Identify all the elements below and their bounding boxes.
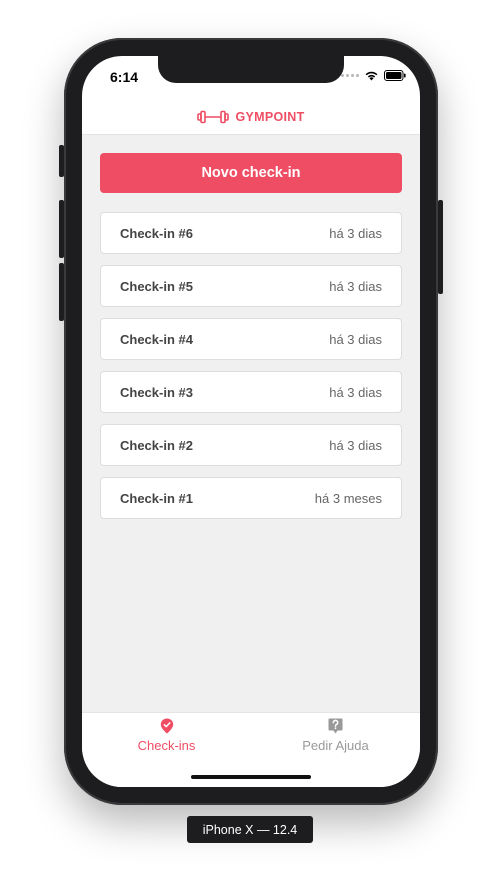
checkins-screen: Novo check-in Check-in #6 há 3 dias Chec… — [82, 135, 420, 712]
checkin-item[interactable]: Check-in #2 há 3 dias — [100, 424, 402, 466]
checkin-item[interactable]: Check-in #4 há 3 dias — [100, 318, 402, 360]
signal-icon — [341, 74, 359, 77]
phone-screen: 6:14 GYMPOINT Novo check-in Check-in #6 … — [82, 56, 420, 787]
checkin-item[interactable]: Check-in #3 há 3 dias — [100, 371, 402, 413]
tab-help-label: Pedir Ajuda — [302, 738, 369, 753]
map-pin-check-icon — [160, 718, 173, 734]
checkin-item[interactable]: Check-in #6 há 3 dias — [100, 212, 402, 254]
status-time: 6:14 — [110, 69, 139, 85]
checkin-title: Check-in #2 — [120, 437, 193, 453]
tab-bar: Check-ins Pedir Ajuda — [82, 712, 420, 787]
tab-checkins-label: Check-ins — [137, 738, 196, 753]
wifi-icon — [365, 71, 378, 81]
dumbbell-icon — [197, 110, 230, 124]
checkin-title: Check-in #4 — [120, 331, 193, 347]
power-button — [438, 200, 443, 294]
home-indicator[interactable] — [191, 775, 311, 779]
checkin-time: há 3 meses — [314, 490, 382, 506]
checkin-time: há 3 dias — [329, 437, 382, 453]
checkin-time: há 3 dias — [329, 225, 382, 241]
notch — [158, 56, 344, 83]
checkin-time: há 3 dias — [329, 384, 382, 400]
brand-name: GYMPOINT — [235, 110, 305, 124]
status-icons — [341, 70, 406, 81]
battery-icon — [384, 70, 406, 81]
volume-up-button — [59, 200, 64, 258]
checkin-title: Check-in #6 — [120, 225, 193, 241]
checkin-list: Check-in #6 há 3 dias Check-in #5 há 3 d… — [100, 212, 402, 530]
checkin-title: Check-in #5 — [120, 278, 193, 294]
mute-switch — [59, 145, 64, 177]
new-checkin-button[interactable]: Novo check-in — [100, 153, 402, 193]
checkin-item[interactable]: Check-in #1 há 3 meses — [100, 477, 402, 519]
checkin-title: Check-in #3 — [120, 384, 193, 400]
checkin-time: há 3 dias — [329, 278, 382, 294]
app-header: GYMPOINT — [82, 100, 420, 135]
tab-help[interactable]: Pedir Ajuda — [251, 718, 420, 762]
volume-down-button — [59, 263, 64, 321]
checkin-item[interactable]: Check-in #5 há 3 dias — [100, 265, 402, 307]
checkin-title: Check-in #1 — [120, 490, 193, 506]
device-label: iPhone X — 12.4 — [187, 816, 313, 843]
question-bubble-icon — [328, 718, 343, 734]
checkin-time: há 3 dias — [329, 331, 382, 347]
tab-checkins[interactable]: Check-ins — [82, 718, 251, 762]
